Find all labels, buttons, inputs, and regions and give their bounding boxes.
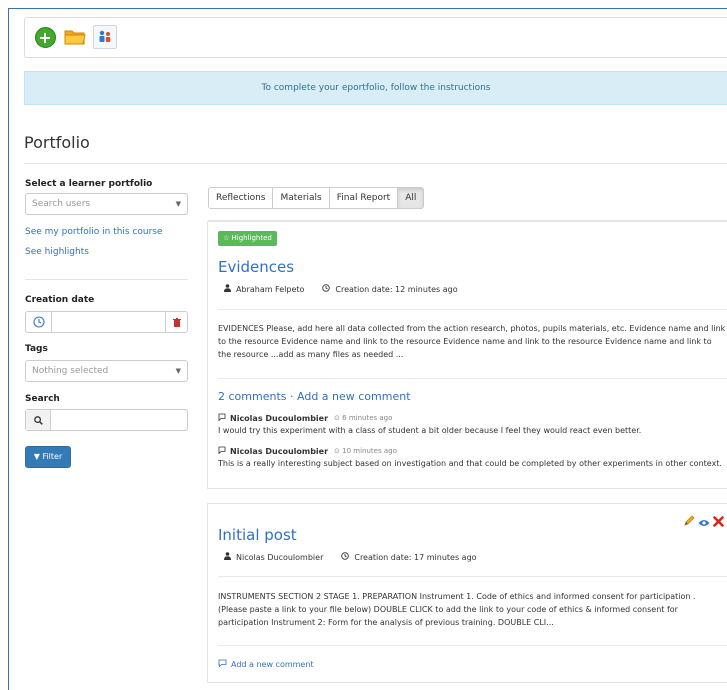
- post-divider: [218, 576, 727, 577]
- comment-header: Nicolas Ducoulombier ⊙ 6 minutes ago: [218, 413, 392, 423]
- clock-icon: ⊙: [334, 414, 340, 422]
- title-divider: [24, 163, 727, 164]
- creation-date-label: Creation date: [25, 295, 95, 305]
- learner-select[interactable]: Search users ▼: [25, 193, 188, 215]
- add-comment-link[interactable]: Add a new comment: [297, 390, 411, 403]
- comment-header: Nicolas Ducoulombier ⊙ 10 minutes ago: [218, 446, 397, 456]
- sidebar-divider: [25, 279, 188, 280]
- comment-time-text: 6 minutes ago: [342, 414, 393, 422]
- post-divider: [218, 378, 727, 379]
- action-toolbar: +: [24, 17, 727, 58]
- users-icon: [99, 30, 111, 42]
- clock-icon: ⊙: [334, 447, 340, 455]
- post-creation-date: Creation date: 12 minutes ago: [335, 284, 458, 294]
- tab-all[interactable]: All: [398, 187, 425, 209]
- search-input[interactable]: [52, 410, 187, 430]
- post-body: EVIDENCES Please, add here all data coll…: [218, 324, 726, 359]
- comment-text: This is a really interesting subject bas…: [218, 459, 722, 468]
- user-icon: [224, 552, 231, 562]
- star-icon: ☆: [223, 234, 230, 242]
- post-actions: [680, 512, 724, 531]
- comment-author: Nicolas Ducoulombier: [230, 413, 329, 423]
- post-meta: Nicolas Ducoulombier Creation date: 17 m…: [224, 552, 477, 562]
- plus-circle-icon: +: [34, 26, 56, 48]
- comment-time: ⊙ 10 minutes ago: [334, 447, 397, 455]
- users-button[interactable]: [93, 25, 117, 49]
- post-body: INSTRUMENTS SECTION 2 STAGE 1. PREPARATI…: [218, 592, 696, 627]
- comments-count-link[interactable]: 2 comments: [218, 390, 287, 403]
- highlights-link[interactable]: See highlights: [25, 247, 89, 257]
- filter-icon: ▼: [33, 452, 40, 461]
- eye-icon[interactable]: [698, 512, 710, 531]
- comment-time: ⊙ 6 minutes ago: [334, 414, 392, 422]
- trash-icon[interactable]: [165, 312, 187, 332]
- page-title: Portfolio: [24, 133, 90, 152]
- caret-down-icon: ▼: [175, 367, 181, 375]
- instructions-message[interactable]: To complete your eportfolio, follow the …: [262, 83, 491, 93]
- comments-header: 2 comments · Add a new comment: [218, 390, 411, 403]
- tags-label: Tags: [25, 344, 48, 354]
- creation-date-input[interactable]: [51, 312, 166, 332]
- post-card: Initial post Nicolas Ducoulombier Creati…: [207, 503, 727, 683]
- add-comment-link[interactable]: Add a new comment: [218, 659, 314, 669]
- filter-button[interactable]: ▼ Filter: [25, 446, 71, 468]
- instructions-alert[interactable]: To complete your eportfolio, follow the …: [24, 71, 727, 105]
- search-label: Search: [25, 394, 60, 404]
- post-title[interactable]: Initial post: [218, 526, 297, 544]
- comments-separator: ·: [290, 390, 294, 403]
- comment-bubble-icon: [218, 413, 226, 423]
- tab-reflections[interactable]: Reflections: [208, 187, 274, 209]
- pencil-icon[interactable]: [683, 512, 695, 531]
- learner-select-placeholder: Search users: [32, 199, 91, 209]
- post-creation-date: Creation date: 17 minutes ago: [354, 552, 477, 562]
- add-comment-label[interactable]: Add a new comment: [231, 660, 314, 669]
- tags-select[interactable]: Nothing selected ▼: [25, 360, 188, 382]
- page-frame-top-border: [8, 8, 727, 9]
- filter-button-label: Filter: [42, 452, 63, 461]
- comment-author: Nicolas Ducoulombier: [230, 446, 329, 456]
- user-icon: [224, 284, 231, 294]
- search-icon: [26, 410, 51, 430]
- comment-bubble-icon: [218, 659, 227, 669]
- comment-time-text: 10 minutes ago: [342, 447, 397, 455]
- clock-icon[interactable]: [26, 312, 51, 332]
- clock-icon: [341, 552, 350, 562]
- creation-date-field[interactable]: [25, 311, 188, 333]
- page-frame-left-border: [8, 8, 9, 690]
- post-divider: [218, 645, 727, 646]
- tab-materials[interactable]: Materials: [273, 187, 330, 209]
- caret-down-icon: ▼: [175, 200, 181, 208]
- search-field[interactable]: [25, 409, 188, 431]
- folder-button[interactable]: [63, 25, 87, 49]
- post-divider: [218, 309, 727, 310]
- delete-icon[interactable]: [713, 512, 724, 531]
- comment-text: I would try this experiment with a class…: [218, 426, 642, 435]
- post-author: Abraham Felpeto: [236, 284, 305, 294]
- post-meta: Abraham Felpeto Creation date: 12 minute…: [224, 284, 458, 294]
- add-post-button[interactable]: +: [33, 25, 57, 49]
- my-portfolio-link[interactable]: See my portfolio in this course: [25, 227, 163, 237]
- folder-icon: [64, 30, 86, 45]
- comment-bubble-icon: [218, 446, 226, 456]
- clock-icon: [322, 284, 331, 294]
- select-learner-label: Select a learner portfolio: [25, 179, 153, 189]
- highlighted-badge-label: Highlighted: [231, 234, 272, 242]
- highlighted-badge: ☆ Highlighted: [218, 231, 277, 246]
- post-card: ☆ Highlighted Evidences Abraham Felpeto …: [207, 221, 727, 489]
- tab-final-report[interactable]: Final Report: [329, 187, 399, 209]
- category-tabs: Reflections Materials Final Report All: [208, 187, 425, 209]
- tags-select-placeholder: Nothing selected: [32, 366, 109, 376]
- post-title[interactable]: Evidences: [218, 258, 294, 276]
- post-author: Nicolas Ducoulombier: [236, 552, 324, 562]
